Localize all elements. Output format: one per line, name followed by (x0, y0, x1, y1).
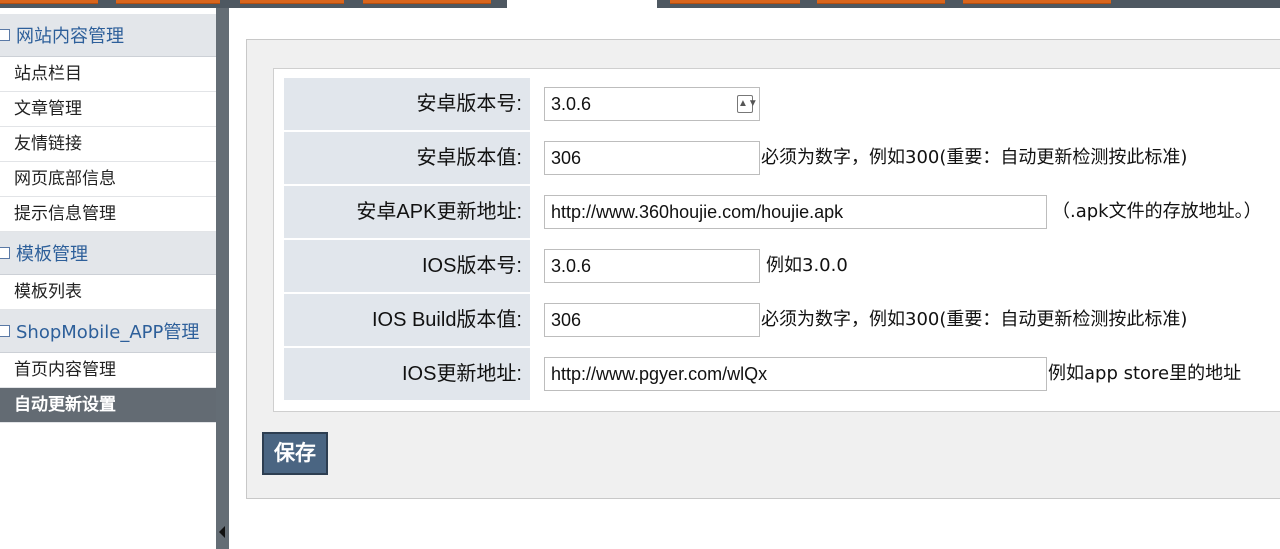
sidebar-item-template-list[interactable]: 模板列表 (0, 275, 216, 310)
form-row-android-version: 安卓版本号: 3.0.6 ▲▼ (284, 78, 1280, 130)
field-cell: 306 必须为数字，例如300(重要：自动更新检测按此标准) (532, 132, 1280, 184)
field-label: IOS Build版本值: (284, 294, 530, 346)
sidebar-item-friend-links[interactable]: 友情链接 (0, 127, 216, 162)
sidebar-item-home-content[interactable]: 首页内容管理 (0, 353, 216, 388)
top-tab[interactable] (963, 0, 1111, 4)
collapse-box-icon (0, 247, 10, 259)
android-version-code-input[interactable]: 306 (544, 141, 760, 175)
field-cell: 306 必须为数字，例如300(重要：自动更新检测按此标准) (532, 294, 1280, 346)
sidebar-splitter[interactable] (216, 8, 229, 549)
ios-version-input[interactable]: 3.0.6 (544, 249, 760, 283)
field-hint: 必须为数字，例如300(重要：自动更新检测按此标准) (761, 309, 1188, 330)
sidebar-item-articles[interactable]: 文章管理 (0, 92, 216, 127)
sidebar-item-notice-info[interactable]: 提示信息管理 (0, 197, 216, 232)
form-row-android-version-code: 安卓版本值: 306 必须为数字，例如300(重要：自动更新检测按此标准) (284, 132, 1280, 184)
sidebar-item-auto-update[interactable]: 自动更新设置 (0, 388, 216, 423)
field-label: IOS更新地址: (284, 348, 530, 400)
settings-form: 安卓版本号: 3.0.6 ▲▼ 安卓版本值: 306 必须为数字，例如300(重… (273, 68, 1280, 412)
field-cell: 3.0.6 例如3.0.0 (532, 240, 1280, 292)
field-label: 安卓APK更新地址: (284, 186, 530, 238)
ios-build-input[interactable]: 306 (544, 303, 760, 337)
sidebar-group-title: 网站内容管理 (16, 26, 124, 47)
top-tab[interactable] (363, 0, 491, 4)
android-apk-url-input[interactable]: http://www.360houjie.com/houjie.apk (544, 195, 1047, 229)
field-hint: （.apk文件的存放地址。） (1052, 201, 1262, 222)
field-cell: http://www.360houjie.com/houjie.apk （.ap… (532, 186, 1280, 238)
field-hint: 必须为数字，例如300(重要：自动更新检测按此标准) (761, 147, 1188, 168)
field-hint: 例如3.0.0 (766, 255, 848, 276)
top-tab[interactable] (670, 0, 800, 4)
field-label: 安卓版本号: (284, 78, 530, 130)
top-tab[interactable] (817, 0, 945, 4)
top-tab[interactable] (240, 0, 344, 4)
sidebar-item-site-columns[interactable]: 站点栏目 (0, 57, 216, 92)
form-row-ios-update-url: IOS更新地址: http://www.pgyer.com/wlQx 例如app… (284, 348, 1280, 400)
spinner-icon[interactable]: ▲▼ (737, 95, 758, 113)
field-label: IOS版本号: (284, 240, 530, 292)
sidebar-item-footer-info[interactable]: 网页底部信息 (0, 162, 216, 197)
sidebar-group-content[interactable]: 网站内容管理 (0, 14, 216, 57)
collapse-box-icon (0, 325, 10, 337)
collapse-box-icon (0, 29, 10, 41)
save-button[interactable]: 保存 (262, 432, 328, 475)
top-tab[interactable] (0, 0, 98, 4)
ios-update-url-input[interactable]: http://www.pgyer.com/wlQx (544, 357, 1047, 391)
form-row-ios-build: IOS Build版本值: 306 必须为数字，例如300(重要：自动更新检测按… (284, 294, 1280, 346)
android-version-input[interactable]: 3.0.6 ▲▼ (544, 87, 760, 121)
sidebar-group-title: ShopMobile_APP管理 (16, 322, 200, 343)
sidebar-group-shopmobile[interactable]: ShopMobile_APP管理 (0, 310, 216, 353)
sidebar-group-templates[interactable]: 模板管理 (0, 232, 216, 275)
form-row-ios-version: IOS版本号: 3.0.6 例如3.0.0 (284, 240, 1280, 292)
sidebar-group-title: 模板管理 (16, 244, 88, 265)
field-cell: 3.0.6 ▲▼ (532, 78, 1280, 130)
collapse-arrow-icon[interactable] (219, 526, 225, 538)
field-hint: 例如app store里的地址 (1048, 363, 1242, 384)
top-tab-active[interactable] (507, 0, 657, 8)
field-label: 安卓版本值: (284, 132, 530, 184)
top-nav-bar (0, 0, 1280, 8)
top-tab[interactable] (116, 0, 220, 4)
form-row-android-apk-url: 安卓APK更新地址: http://www.360houjie.com/houj… (284, 186, 1280, 238)
sidebar: 网站内容管理 站点栏目 文章管理 友情链接 网页底部信息 提示信息管理 模板管理… (0, 14, 216, 549)
input-value: 3.0.6 (551, 94, 592, 114)
main-content: 安卓版本号: 3.0.6 ▲▼ 安卓版本值: 306 必须为数字，例如300(重… (229, 8, 1280, 549)
field-cell: http://www.pgyer.com/wlQx 例如app store里的地… (532, 348, 1280, 400)
settings-panel: 安卓版本号: 3.0.6 ▲▼ 安卓版本值: 306 必须为数字，例如300(重… (246, 39, 1280, 499)
